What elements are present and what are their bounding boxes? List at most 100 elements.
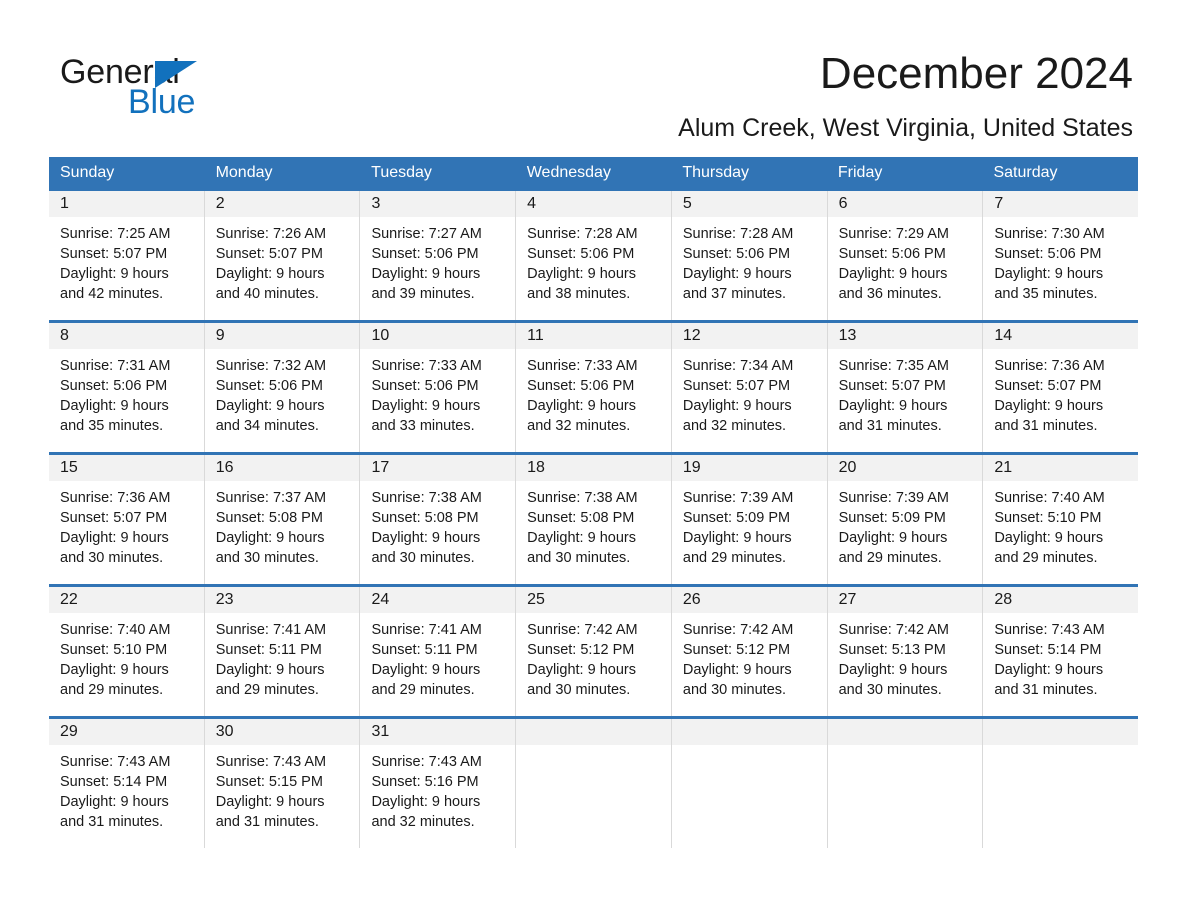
- day-details: Sunrise: 7:30 AM Sunset: 5:06 PM Daylight:…: [983, 217, 1138, 304]
- day-number-band: 29: [49, 719, 204, 745]
- daylight-text-line2: and 35 minutes.: [994, 286, 1098, 302]
- daylight-text-line1: Daylight: 9 hours: [994, 530, 1104, 546]
- sunrise-text: Sunrise: 7:43 AM: [215, 754, 327, 770]
- calendar-day-cell[interactable]: 10 Sunrise: 7:33 AM Sunset: 5:06 PM Dayligh…: [360, 323, 517, 452]
- calendar-day-cell[interactable]: 13 Sunrise: 7:35 AM Sunset: 5:07 PM Dayligh…: [827, 323, 984, 452]
- weekday-header-friday: Friday: [837, 164, 883, 181]
- calendar-day-cell[interactable]: 6 Sunrise: 7:29 AM Sunset: 5:06 PM Daylight…: [827, 191, 984, 320]
- sunrise-text: Sunrise: 7:41 AM: [215, 622, 327, 638]
- day-details: Sunrise: 7:41 AM Sunset: 5:11 PM Daylight:…: [360, 613, 515, 700]
- day-details: Sunrise: 7:34 AM Sunset: 5:07 PM Daylight:…: [672, 349, 827, 436]
- daylight-text-line2: and 29 minutes.: [994, 550, 1098, 566]
- daylight-text-line1: Daylight: 9 hours: [215, 266, 325, 282]
- weekday-header-monday: Monday: [215, 164, 273, 181]
- calendar-day-cell[interactable]: 9 Sunrise: 7:32 AM Sunset: 5:06 PM Daylight…: [204, 323, 361, 452]
- daylight-text-line1: Daylight: 9 hours: [371, 530, 481, 546]
- sunset-text: Sunset: 5:06 PM: [527, 378, 635, 394]
- day-number-band: 3: [360, 191, 516, 217]
- weekday-header-sunday: Sunday: [60, 164, 115, 181]
- day-details: Sunrise: 7:42 AM Sunset: 5:12 PM Daylight:…: [516, 613, 671, 700]
- day-number: 3: [371, 195, 381, 212]
- day-number-band: 2: [204, 191, 360, 217]
- day-details: Sunrise: 7:42 AM Sunset: 5:13 PM Daylight:…: [828, 613, 983, 700]
- day-details: Sunrise: 7:28 AM Sunset: 5:06 PM Daylight:…: [672, 217, 827, 304]
- calendar-day-cell[interactable]: 30 Sunrise: 7:43 AM Sunset: 5:15 PM Dayligh…: [204, 719, 361, 848]
- day-number: 20: [838, 459, 857, 476]
- calendar-day-cell[interactable]: 29 Sunrise: 7:43 AM Sunset: 5:14 PM Dayligh…: [49, 719, 205, 848]
- calendar-day-cell[interactable]: 26 Sunrise: 7:42 AM Sunset: 5:12 PM Dayligh…: [671, 587, 828, 716]
- calendar-day-cell[interactable]: 15 Sunrise: 7:36 AM Sunset: 5:07 PM Dayligh…: [49, 455, 205, 584]
- calendar-day-cell[interactable]: 12 Sunrise: 7:34 AM Sunset: 5:07 PM Dayligh…: [671, 323, 828, 452]
- day-details: Sunrise: 7:29 AM Sunset: 5:06 PM Daylight:…: [828, 217, 983, 304]
- day-details: Sunrise: 7:35 AM Sunset: 5:07 PM Daylight:…: [828, 349, 983, 436]
- day-number-band: [827, 719, 983, 745]
- sunrise-text: Sunrise: 7:37 AM: [215, 490, 327, 506]
- calendar-day-cell[interactable]: 17 Sunrise: 7:38 AM Sunset: 5:08 PM Dayligh…: [360, 455, 517, 584]
- calendar-day-cell[interactable]: 11 Sunrise: 7:33 AM Sunset: 5:06 PM Dayligh…: [516, 323, 672, 452]
- day-number: 23: [215, 591, 234, 608]
- sunrise-text: Sunrise: 7:42 AM: [838, 622, 950, 638]
- day-details: Sunrise: 7:43 AM Sunset: 5:16 PM Daylight:…: [360, 745, 515, 832]
- calendar-day-cell[interactable]: 5 Sunrise: 7:28 AM Sunset: 5:06 PM Daylight…: [671, 191, 828, 320]
- day-number: 17: [371, 459, 390, 476]
- daylight-text-line1: Daylight: 9 hours: [371, 398, 481, 414]
- calendar-day-cell[interactable]: 1 Sunrise: 7:25 AM Sunset: 5:07 PM Daylight…: [49, 191, 205, 320]
- general-blue-logo[interactable]: General Blue: [60, 52, 320, 122]
- sunrise-text: Sunrise: 7:35 AM: [838, 358, 950, 374]
- sunrise-text: Sunrise: 7:39 AM: [838, 490, 950, 506]
- daylight-text-line2: and 29 minutes.: [60, 682, 164, 698]
- calendar-day-cell[interactable]: 27 Sunrise: 7:42 AM Sunset: 5:13 PM Dayligh…: [827, 587, 984, 716]
- day-number-band: 11: [516, 323, 671, 349]
- daylight-text-line2: and 36 minutes.: [838, 286, 942, 302]
- calendar-day-cell[interactable]: 8 Sunrise: 7:31 AM Sunset: 5:06 PM Daylight…: [49, 323, 205, 452]
- calendar-day-cell[interactable]: 21 Sunrise: 7:40 AM Sunset: 5:10 PM Dayligh…: [983, 455, 1139, 584]
- sunset-text: Sunset: 5:08 PM: [371, 510, 479, 526]
- sunrise-text: Sunrise: 7:29 AM: [838, 226, 950, 242]
- calendar-day-cell[interactable]: 28 Sunrise: 7:43 AM Sunset: 5:14 PM Dayligh…: [983, 587, 1139, 716]
- daylight-text-line2: and 29 minutes.: [682, 550, 787, 566]
- daylight-text-line1: Daylight: 9 hours: [527, 530, 636, 546]
- daylight-text-line2: and 33 minutes.: [371, 418, 475, 434]
- calendar-day-cell[interactable]: 4 Sunrise: 7:28 AM Sunset: 5:06 PM Daylight…: [516, 191, 672, 320]
- calendar-day-cell[interactable]: 16 Sunrise: 7:37 AM Sunset: 5:08 PM Dayligh…: [204, 455, 361, 584]
- logo-text-blue: Blue: [128, 83, 196, 121]
- sunset-text: Sunset: 5:07 PM: [682, 378, 791, 394]
- calendar-day-cell[interactable]: 22 Sunrise: 7:40 AM Sunset: 5:10 PM Dayligh…: [49, 587, 205, 716]
- day-details: Sunrise: 7:43 AM Sunset: 5:14 PM Daylight:…: [49, 745, 204, 832]
- day-number-band: 25: [516, 587, 671, 613]
- day-details: Sunrise: 7:37 AM Sunset: 5:08 PM Daylight:…: [205, 481, 360, 568]
- calendar-day-cell[interactable]: 2 Sunrise: 7:26 AM Sunset: 5:07 PM Daylight…: [204, 191, 361, 320]
- day-details: Sunrise: 7:42 AM Sunset: 5:12 PM Daylight:…: [672, 613, 827, 700]
- day-details: Sunrise: 7:41 AM Sunset: 5:11 PM Daylight:…: [205, 613, 360, 700]
- calendar-day-cell-empty: [827, 719, 984, 848]
- calendar-day-cell[interactable]: 19 Sunrise: 7:39 AM Sunset: 5:09 PM Dayligh…: [671, 455, 828, 584]
- day-number-band: 14: [983, 323, 1139, 349]
- sunrise-text: Sunrise: 7:43 AM: [994, 622, 1105, 638]
- calendar-day-cell[interactable]: 25 Sunrise: 7:42 AM Sunset: 5:12 PM Dayligh…: [516, 587, 672, 716]
- weekday-header-tuesday: Tuesday: [371, 164, 432, 181]
- calendar-day-cell[interactable]: 14 Sunrise: 7:36 AM Sunset: 5:07 PM Dayligh…: [983, 323, 1139, 452]
- day-number-band: 8: [49, 323, 204, 349]
- calendar-day-cell[interactable]: 20 Sunrise: 7:39 AM Sunset: 5:09 PM Dayligh…: [827, 455, 984, 584]
- sunset-text: Sunset: 5:09 PM: [682, 510, 791, 526]
- daylight-text-line1: Daylight: 9 hours: [215, 398, 325, 414]
- daylight-text-line1: Daylight: 9 hours: [371, 662, 481, 678]
- day-number-band: 17: [360, 455, 516, 481]
- calendar-day-cell[interactable]: 24 Sunrise: 7:41 AM Sunset: 5:11 PM Dayligh…: [360, 587, 517, 716]
- daylight-text-line1: Daylight: 9 hours: [527, 266, 636, 282]
- sunset-text: Sunset: 5:07 PM: [994, 378, 1102, 394]
- day-number-band: 26: [671, 587, 827, 613]
- day-details: Sunrise: 7:27 AM Sunset: 5:06 PM Daylight:…: [360, 217, 515, 304]
- calendar-day-cell[interactable]: 7 Sunrise: 7:30 AM Sunset: 5:06 PM Daylight…: [983, 191, 1139, 320]
- calendar-day-cell[interactable]: 31 Sunrise: 7:43 AM Sunset: 5:16 PM Dayligh…: [360, 719, 517, 848]
- calendar-day-cell[interactable]: 18 Sunrise: 7:38 AM Sunset: 5:08 PM Dayligh…: [516, 455, 672, 584]
- day-number: 10: [371, 327, 390, 344]
- sunset-text: Sunset: 5:08 PM: [215, 510, 323, 526]
- calendar-day-cell[interactable]: 23 Sunrise: 7:41 AM Sunset: 5:11 PM Dayligh…: [204, 587, 361, 716]
- calendar-weeks: 1 Sunrise: 7:25 AM Sunset: 5:07 PM Daylight…: [49, 188, 1139, 848]
- day-number: 30: [215, 723, 234, 740]
- calendar-day-cell[interactable]: 3 Sunrise: 7:27 AM Sunset: 5:06 PM Daylight…: [360, 191, 517, 320]
- calendar-day-cell-empty: [983, 719, 1139, 848]
- daylight-text-line2: and 38 minutes.: [527, 286, 631, 302]
- sunset-text: Sunset: 5:12 PM: [682, 642, 791, 658]
